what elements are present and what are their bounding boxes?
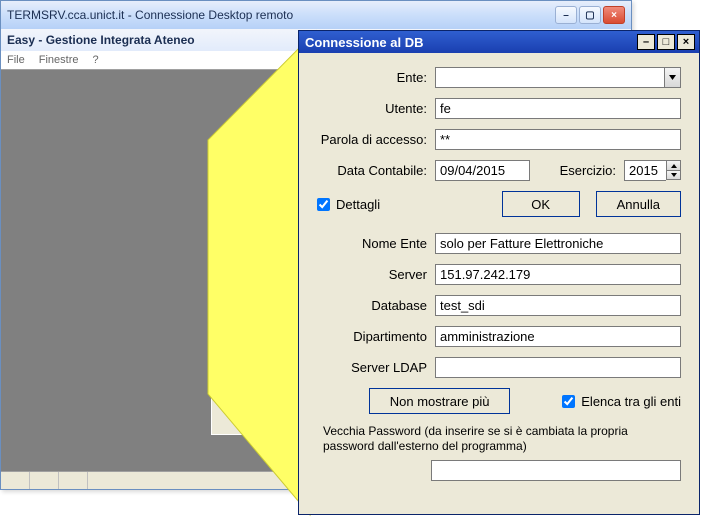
elenca-checkbox-input[interactable] [562, 395, 575, 408]
ok-button[interactable]: OK [502, 191, 580, 217]
thumb-ldap-label: Server LDAP [214, 273, 276, 279]
dipartimento-input[interactable] [435, 326, 681, 347]
thumb-ente-label: Ente: [214, 194, 276, 200]
thumb-utente-label: Utente: [214, 202, 276, 208]
non-mostrare-label: Non mostrare più [390, 394, 490, 409]
chevron-up-icon [671, 164, 677, 168]
esercizio-down-button[interactable] [666, 170, 681, 180]
dettagli-checkbox-input[interactable] [317, 198, 330, 211]
ente-label: Ente: [317, 70, 435, 85]
database-input[interactable] [435, 295, 681, 316]
thumb-note: Vecchia Password (da inserire se dall'es… [214, 291, 308, 303]
minimize-icon: – [563, 10, 569, 21]
server-ldap-label: Server LDAP [317, 360, 435, 375]
rdp-title: TERMSRV.cca.unict.it - Connessione Deskt… [7, 8, 555, 22]
db-connection-dialog: Connessione al DB – □ × Ente: Utente: Pa… [298, 30, 700, 515]
esercizio-spinner[interactable] [624, 160, 681, 181]
nome-ente-label: Nome Ente [317, 236, 435, 251]
ente-combo[interactable] [435, 67, 681, 88]
ok-button-label: OK [531, 197, 550, 212]
non-mostrare-button[interactable]: Non mostrare più [369, 388, 511, 414]
esercizio-up-button[interactable] [666, 160, 681, 170]
maximize-icon: □ [663, 37, 670, 48]
rdp-maximize-button[interactable]: ▢ [579, 6, 601, 24]
thumb-database-label: Database [214, 257, 276, 263]
dettagli-checkbox[interactable]: Dettagli [317, 197, 380, 212]
ente-input[interactable] [435, 67, 664, 88]
elenca-checkbox[interactable]: Elenca tra gli enti [562, 394, 681, 409]
server-input[interactable] [435, 264, 681, 285]
thumb-nomeente-label: Nome Ente [214, 241, 276, 247]
ente-dropdown-button[interactable] [664, 67, 681, 88]
chevron-down-icon [669, 75, 676, 80]
menu-finestre[interactable]: Finestre [39, 54, 79, 66]
esercizio-input[interactable] [624, 160, 666, 181]
thumb-dettagli-check [214, 228, 220, 234]
thumb-dip-label: Dipartimento [214, 265, 276, 271]
dialog-titlebar: Connessione al DB – □ × [299, 31, 699, 53]
rdp-minimize-button[interactable]: – [555, 6, 577, 24]
dialog-maximize-button[interactable]: □ [657, 34, 675, 50]
maximize-icon: ▢ [585, 10, 594, 21]
parola-input[interactable] [435, 129, 681, 150]
parola-label: Parola di accesso: [317, 132, 435, 147]
server-label: Server [317, 267, 435, 282]
server-ldap-input[interactable] [435, 357, 681, 378]
annulla-button-label: Annulla [617, 197, 660, 212]
thumb-server-label: Server [214, 249, 276, 255]
rdp-close-button[interactable]: × [603, 6, 625, 24]
chevron-down-icon [671, 173, 677, 177]
thumb-title: Connessione al DB [214, 183, 274, 190]
thumb-dialog: Connessione al DB Ente: Utente:fe Parola… [211, 180, 311, 435]
nome-ente-input[interactable] [435, 233, 681, 254]
minimize-icon: – [643, 37, 649, 48]
dialog-minimize-button[interactable]: – [637, 34, 655, 50]
thumb-non-most-btn: Non mo [246, 281, 275, 289]
vecchia-password-note: Vecchia Password (da inserire se si è ca… [323, 424, 675, 454]
dettagli-label: Dettagli [336, 197, 380, 212]
elenca-label: Elenca tra gli enti [581, 394, 681, 409]
menu-help[interactable]: ? [92, 54, 98, 66]
dipartimento-label: Dipartimento [317, 329, 435, 344]
menu-file[interactable]: File [7, 54, 25, 66]
dialog-title: Connessione al DB [303, 35, 637, 50]
dialog-close-button[interactable]: × [677, 34, 695, 50]
esercizio-label: Esercizio: [560, 163, 624, 178]
annulla-button[interactable]: Annulla [596, 191, 681, 217]
utente-input[interactable] [435, 98, 681, 119]
utente-label: Utente: [317, 101, 435, 116]
data-contabile-input[interactable] [435, 160, 530, 181]
thumb-dettagli-label: Dettagli [222, 228, 242, 234]
thumb-titlebar: Connessione al DB [212, 181, 310, 192]
data-contabile-label: Data Contabile: [317, 163, 435, 178]
close-icon: × [611, 10, 617, 21]
database-label: Database [317, 298, 435, 313]
vecchia-password-input[interactable] [431, 460, 681, 481]
thumb-parola-label: Parola di accesso [214, 210, 276, 216]
thumb-data-label: Data Contabile: [214, 218, 276, 224]
rdp-titlebar: TERMSRV.cca.unict.it - Connessione Deskt… [1, 1, 631, 29]
close-icon: × [683, 37, 689, 48]
